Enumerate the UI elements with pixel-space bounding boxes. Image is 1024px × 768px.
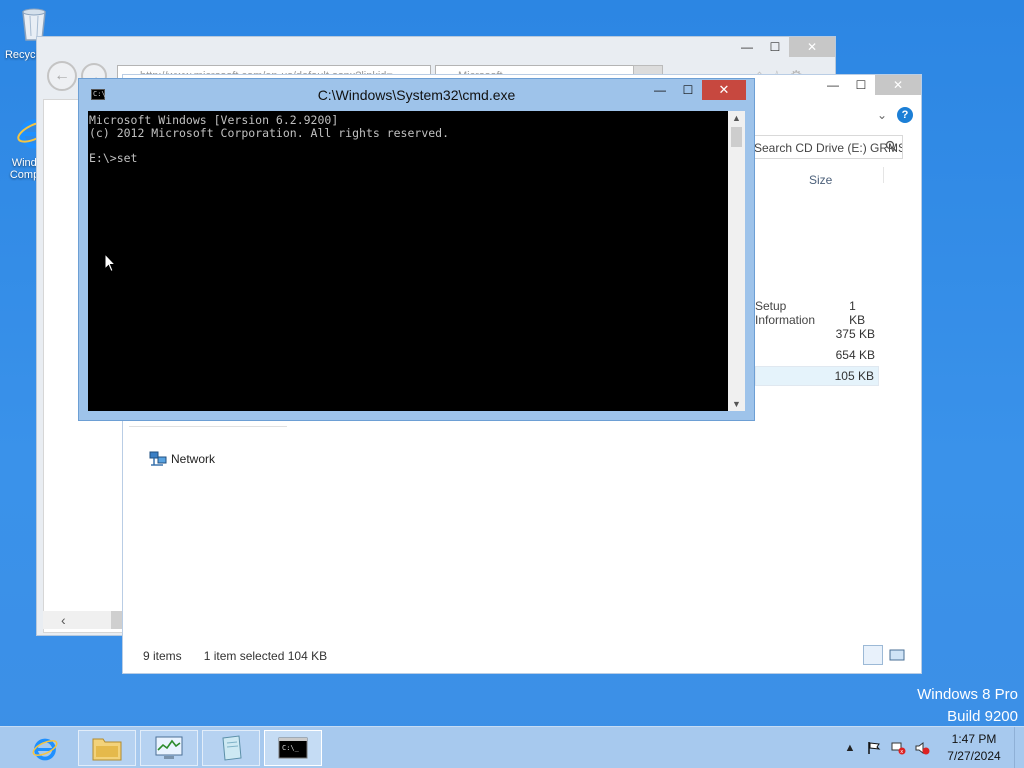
command-prompt-window[interactable]: C:\ C:\Windows\System32\cmd.exe — ☐ ✕ Mi…: [78, 78, 755, 421]
taskbar-task-manager[interactable]: [140, 730, 198, 766]
taskbar-command-prompt[interactable]: C:\_: [264, 730, 322, 766]
show-desktop-button[interactable]: [1014, 727, 1024, 768]
large-icons-view-icon[interactable]: [887, 645, 907, 665]
status-selection: 1 item selected 104 KB: [203, 649, 328, 663]
command-prompt-icon: C:\_: [278, 737, 308, 759]
svg-text:C:\_: C:\_: [282, 744, 300, 752]
file-row[interactable]: Setup Information 1 KB: [755, 299, 879, 327]
close-button[interactable]: ✕: [702, 80, 746, 100]
file-type: Setup Information: [755, 299, 816, 327]
mouse-pointer-icon: [104, 253, 116, 273]
minimize-button[interactable]: —: [819, 75, 847, 95]
column-header-size[interactable]: Size: [809, 173, 832, 187]
explorer-window-controls: — ☐ ✕: [819, 75, 921, 95]
clock-date: 7/27/2024: [947, 749, 1001, 763]
ribbon-controls: ⌄ ?: [877, 107, 913, 123]
column-divider[interactable]: [883, 167, 884, 183]
close-button[interactable]: ✕: [875, 75, 921, 95]
scroll-up-icon[interactable]: ▲: [728, 111, 745, 125]
notepad-icon: [222, 735, 242, 761]
task-manager-icon: [155, 736, 183, 759]
vertical-scrollbar[interactable]: ▲ ▼: [728, 111, 745, 411]
cmd-window-controls: — ☐ ✕: [646, 80, 746, 100]
expand-ribbon-chevron-icon[interactable]: ⌄: [877, 108, 887, 122]
windows-build-watermark: Windows 8 Pro Build 9200: [917, 684, 1018, 728]
nav-item-label: Network: [171, 452, 216, 466]
file-size: 654 KB: [835, 348, 875, 362]
clock-time: 1:47 PM: [951, 732, 997, 746]
folder-icon: [92, 738, 122, 761]
nav-item-network[interactable]: Network: [149, 451, 215, 467]
maximize-button[interactable]: ☐: [761, 37, 789, 57]
internet-explorer-icon: [32, 738, 58, 761]
scroll-down-icon[interactable]: ▼: [728, 397, 745, 411]
back-button[interactable]: ←: [47, 61, 77, 91]
maximize-button[interactable]: ☐: [847, 75, 875, 95]
maximize-button[interactable]: ☐: [674, 80, 702, 100]
file-size: 1 KB: [849, 299, 866, 327]
ie-window-controls: — ☐ ✕: [733, 37, 835, 57]
cmd-titlebar[interactable]: C:\ C:\Windows\System32\cmd.exe — ☐ ✕: [79, 79, 754, 109]
network-disconnected-icon[interactable]: x: [890, 740, 906, 756]
details-view-icon[interactable]: [863, 645, 883, 665]
close-button[interactable]: ✕: [789, 37, 835, 57]
show-hidden-icons-chevron-up-icon[interactable]: ▲: [842, 740, 858, 756]
system-tray: ▲ x 1:47 PM 7/27/2024: [838, 727, 1024, 768]
arrow-left-icon: ←: [54, 67, 70, 84]
file-size: 375 KB: [835, 327, 875, 341]
taskbar-internet-explorer[interactable]: [16, 730, 74, 766]
taskbar-file-explorer[interactable]: [78, 730, 136, 766]
console-output[interactable]: Microsoft Windows [Version 6.2.9200] (c)…: [88, 111, 728, 411]
volume-muted-icon[interactable]: [914, 740, 930, 756]
status-bar: 9 items 1 item selected 104 KB: [143, 649, 327, 663]
taskbar: C:\_ ▲ x 1:47 PM 7/27/2024: [0, 726, 1024, 768]
svg-text:x: x: [900, 749, 903, 755]
status-item-count: 9 items: [143, 649, 182, 663]
chevron-left-icon[interactable]: ‹: [61, 612, 66, 628]
view-toggle: [863, 645, 907, 665]
file-size: 105 KB: [834, 369, 874, 383]
minimize-button[interactable]: —: [646, 80, 674, 100]
network-icon: [149, 451, 167, 466]
search-input[interactable]: Search CD Drive (E:) GRMSXF...: [749, 135, 903, 159]
watermark-edition: Windows 8 Pro: [917, 686, 1018, 703]
taskbar-clock[interactable]: 1:47 PM 7/27/2024: [934, 731, 1014, 765]
scrollbar-thumb[interactable]: [731, 127, 742, 147]
watermark-build: Build 9200: [947, 708, 1018, 725]
file-row[interactable]: 654 KB: [755, 345, 879, 365]
file-row[interactable]: 375 KB: [755, 324, 879, 344]
minimize-button[interactable]: —: [733, 37, 761, 57]
taskbar-notepad[interactable]: [202, 730, 260, 766]
nav-pane-divider: [129, 421, 287, 427]
help-icon[interactable]: ?: [897, 107, 913, 123]
action-center-flag-icon[interactable]: [866, 740, 882, 756]
file-row-selected[interactable]: 105 KB: [755, 366, 879, 386]
search-icon[interactable]: [885, 140, 897, 152]
